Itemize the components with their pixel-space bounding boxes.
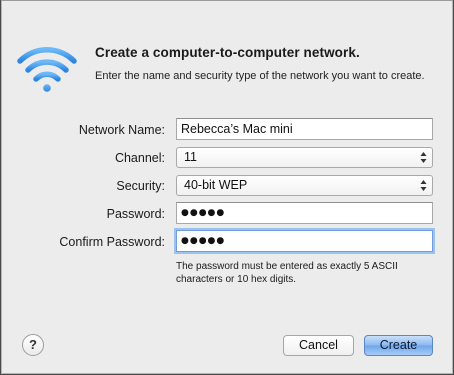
password-label: Password: xyxy=(106,207,165,221)
dialog-title: Create a computer-to-computer network. xyxy=(95,45,360,60)
password-hint: The password must be entered as exactly … xyxy=(176,261,398,285)
security-label: Security: xyxy=(116,179,165,193)
create-network-dialog: Create a computer-to-computer network. E… xyxy=(1,0,453,374)
confirm-password-label: Confirm Password: xyxy=(59,235,165,249)
create-button[interactable]: Create xyxy=(364,335,433,356)
cancel-button[interactable]: Cancel xyxy=(283,335,354,356)
security-popup[interactable]: 40-bit WEP xyxy=(176,175,433,196)
channel-value: 11 xyxy=(184,150,197,164)
dialog-description: Enter the name and security type of the … xyxy=(95,70,425,82)
wifi-icon xyxy=(17,46,77,92)
security-value: 40-bit WEP xyxy=(184,178,248,192)
network-name-input[interactable]: Rebecca’s Mac mini xyxy=(176,118,433,140)
help-button[interactable]: ? xyxy=(22,334,44,356)
chevron-up-down-icon xyxy=(420,152,427,163)
channel-label: Channel: xyxy=(114,151,165,165)
network-name-label: Network Name: xyxy=(78,123,165,137)
confirm-password-input[interactable]: ●●●●● xyxy=(176,230,433,252)
channel-popup[interactable]: 11 xyxy=(176,147,433,168)
password-input[interactable]: ●●●●● xyxy=(176,202,433,224)
chevron-up-down-icon xyxy=(420,180,427,191)
